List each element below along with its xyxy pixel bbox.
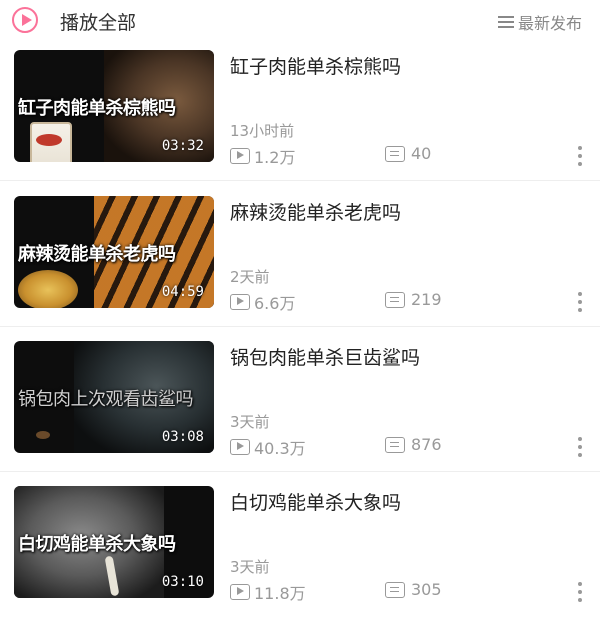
more-options-icon[interactable] — [578, 292, 582, 312]
view-count-value: 11.8万 — [254, 584, 306, 603]
comment-count: 40 — [385, 144, 431, 163]
video-item[interactable]: 白切鸡能单杀大象吗 03:10 白切鸡能单杀大象吗 3天前 11.8万 305 — [0, 486, 600, 631]
thumbnail-caption: 白切鸡能单杀大象吗 — [18, 534, 176, 555]
play-count-icon — [230, 439, 250, 455]
play-count-icon — [230, 294, 250, 310]
comment-count-value: 305 — [411, 580, 442, 599]
view-count-value: 1.2万 — [254, 148, 296, 167]
publish-time: 3天前 — [230, 413, 270, 431]
comment-count-value: 876 — [411, 435, 442, 454]
comment-count-value: 40 — [411, 144, 432, 163]
video-thumbnail[interactable]: 锅包肉上次观看齿鲨吗 03:08 — [14, 341, 214, 453]
view-count-value: 6.6万 — [254, 294, 296, 313]
video-title[interactable]: 锅包肉能单杀巨齿鲨吗 — [230, 343, 420, 370]
video-title[interactable]: 缸子肉能单杀棕熊吗 — [230, 52, 401, 79]
more-options-icon[interactable] — [578, 437, 582, 457]
video-thumbnail[interactable]: 白切鸡能单杀大象吗 03:10 — [14, 486, 214, 598]
video-item[interactable]: 麻辣烫能单杀老虎吗 04:59 麻辣烫能单杀老虎吗 2天前 6.6万 219 — [0, 196, 600, 341]
play-all-button[interactable]: 播放全部 — [60, 8, 136, 35]
video-thumbnail[interactable]: 缸子肉能单杀棕熊吗 03:32 — [14, 50, 214, 162]
video-duration: 03:10 — [161, 574, 204, 590]
publish-time: 13小时前 — [230, 122, 295, 140]
danmaku-icon — [385, 581, 405, 598]
comment-count-value: 219 — [411, 290, 442, 309]
danmaku-icon — [385, 436, 405, 453]
video-title[interactable]: 麻辣烫能单杀老虎吗 — [230, 198, 401, 225]
view-count-value: 40.3万 — [254, 439, 306, 458]
view-count: 6.6万 — [230, 290, 295, 314]
sort-button[interactable]: 最新发布 — [497, 10, 582, 34]
play-count-icon — [230, 148, 250, 164]
view-count: 40.3万 — [230, 435, 306, 459]
comment-count: 305 — [385, 580, 442, 599]
video-duration: 04:59 — [161, 284, 204, 300]
view-count: 11.8万 — [230, 580, 306, 604]
danmaku-icon — [385, 291, 405, 308]
video-duration: 03:08 — [161, 429, 204, 445]
play-count-icon — [230, 584, 250, 600]
sort-label: 最新发布 — [517, 14, 582, 33]
divider — [0, 180, 600, 181]
thumbnail-caption: 锅包肉上次观看齿鲨吗 — [18, 389, 194, 410]
video-item[interactable]: 缸子肉能单杀棕熊吗 03:32 缸子肉能单杀棕熊吗 13小时前 1.2万 40 — [0, 50, 600, 195]
publish-time: 3天前 — [230, 558, 270, 576]
thumbnail-caption: 麻辣烫能单杀老虎吗 — [18, 244, 176, 265]
more-options-icon[interactable] — [578, 582, 582, 602]
thumbnail-caption: 缸子肉能单杀棕熊吗 — [18, 98, 176, 119]
danmaku-icon — [385, 145, 405, 162]
video-thumbnail[interactable]: 麻辣烫能单杀老虎吗 04:59 — [14, 196, 214, 308]
play-all-icon[interactable] — [12, 7, 38, 33]
list-header: 播放全部 最新发布 — [0, 0, 600, 40]
video-duration: 03:32 — [161, 138, 204, 154]
list-sort-icon — [497, 15, 514, 29]
video-title[interactable]: 白切鸡能单杀大象吗 — [230, 488, 401, 515]
divider — [0, 471, 600, 472]
divider — [0, 326, 600, 327]
comment-count: 876 — [385, 435, 442, 454]
view-count: 1.2万 — [230, 144, 295, 168]
more-options-icon[interactable] — [578, 146, 582, 166]
comment-count: 219 — [385, 290, 442, 309]
video-item[interactable]: 锅包肉上次观看齿鲨吗 03:08 锅包肉能单杀巨齿鲨吗 3天前 40.3万 87… — [0, 341, 600, 486]
publish-time: 2天前 — [230, 268, 270, 286]
